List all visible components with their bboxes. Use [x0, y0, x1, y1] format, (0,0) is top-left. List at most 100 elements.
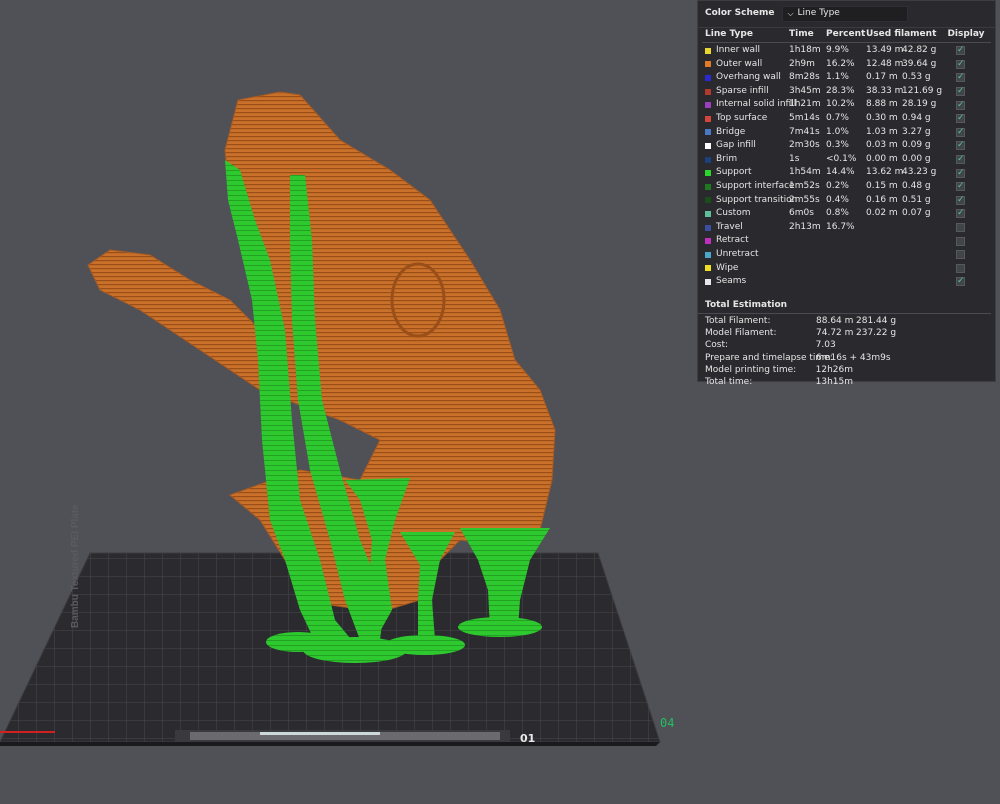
color-swatch-icon: [705, 238, 711, 245]
display-checkbox[interactable]: [956, 223, 965, 233]
line-type-row: Brim 1s <0.1% 0.00 m 0.00 g: [698, 153, 995, 167]
line-type-label: Overhang wall: [716, 72, 781, 83]
line-type-name: Support: [705, 166, 789, 180]
display-checkbox[interactable]: [956, 126, 965, 139]
totals-list: Total Filament: 88.64 m 281.44 g Model Fila…: [698, 316, 995, 389]
display-checkbox[interactable]: [956, 263, 965, 273]
line-type-used: 0.17 m 0.53 g: [866, 71, 946, 85]
line-type-percent: 0.7%: [826, 112, 849, 123]
line-type-list: Inner wall1h18m9.9%13.49 m42.82 gOuter w…: [698, 44, 995, 289]
line-type-row: Support interface 1m52s 0.2% 0.15 m 0.48 g: [698, 180, 995, 194]
line-type-length: 1.03 m: [866, 126, 898, 137]
total-row: Model Filament: 74.72 m 237.22 g: [698, 328, 995, 340]
display-checkbox[interactable]: [956, 180, 965, 194]
line-type-used: 0.00 m 0.00 g: [866, 153, 946, 167]
line-type-length: 38.33 m: [866, 85, 904, 96]
line-type-length: 0.30 m: [866, 112, 898, 123]
line-type-name: Sparse infill: [705, 85, 789, 99]
line-type-name: Bridge: [705, 126, 789, 140]
line-type-time: 2h9m: [789, 58, 815, 69]
color-scheme-title: Color Scheme: [705, 8, 775, 19]
line-type-label: Seams: [716, 276, 747, 287]
display-checkbox[interactable]: [956, 112, 965, 126]
line-type-time: 8m28s: [789, 72, 820, 83]
line-type-label: Top surface: [716, 112, 768, 123]
line-type-row: Wipe: [698, 262, 995, 276]
line-type-label: Gap infill: [716, 140, 756, 151]
color-scheme-value: Line Type: [797, 8, 840, 19]
line-type-time: 6m0s: [789, 208, 814, 219]
line-type-length: 0.17 m: [866, 72, 898, 83]
line-type-percent: 1.0%: [826, 126, 849, 137]
line-type-weight: 39.64 g: [902, 58, 937, 69]
display-checkbox[interactable]: [956, 139, 965, 153]
line-type-name: Overhang wall: [705, 71, 789, 85]
plate-number: 04: [660, 716, 674, 730]
color-swatch-icon: [705, 278, 711, 285]
color-swatch-icon: [705, 210, 711, 217]
line-type-name: Retract: [705, 234, 789, 248]
display-checkbox[interactable]: [956, 236, 965, 246]
line-type-label: Bridge: [716, 126, 746, 137]
display-checkbox[interactable]: [956, 58, 965, 71]
line-type-row: Sparse infill 3h45m 28.3% 38.33 m121.69 g: [698, 85, 995, 99]
total-value-1: 13h15m: [815, 376, 854, 387]
color-swatch-icon: [705, 61, 711, 68]
line-type-name: Gap infill: [705, 139, 789, 153]
display-checkbox[interactable]: [956, 71, 965, 85]
line-type-weight: 0.07 g: [902, 208, 931, 219]
display-checkbox[interactable]: [956, 85, 965, 99]
line-type-time: 2h13m: [789, 221, 821, 232]
line-type-time: 5m14s: [789, 112, 820, 123]
line-type-time: 3h45m: [789, 85, 821, 96]
line-type-row: Unretract: [698, 248, 995, 262]
line-type-used: [866, 234, 946, 248]
line-type-weight: 3.27 g: [902, 126, 931, 137]
plate-bottom-text: 01: [520, 732, 535, 745]
line-type-label: Support interface: [716, 180, 795, 191]
line-type-name: Brim: [705, 153, 789, 167]
line-type-label: Custom: [716, 208, 751, 219]
line-type-used: 0.15 m 0.48 g: [866, 180, 946, 194]
line-type-time: 2m30s: [789, 140, 820, 151]
header-time: Time: [789, 29, 814, 39]
line-type-name: Unretract: [705, 248, 789, 262]
display-checkbox[interactable]: [956, 275, 965, 289]
display-checkbox[interactable]: [956, 250, 965, 260]
line-type-row: Support 1h54m 14.4% 13.62 m43.23 g: [698, 166, 995, 180]
line-type-row: Gap infill 2m30s 0.3% 0.03 m 0.09 g: [698, 139, 995, 153]
total-row: Cost: 7.03: [698, 340, 995, 352]
display-checkbox[interactable]: [956, 167, 965, 180]
line-type-name: Custom: [705, 207, 789, 221]
color-swatch-icon: [705, 251, 711, 258]
line-type-weight: 0.53 g: [902, 72, 931, 83]
line-type-used: 12.48 m39.64 g: [866, 58, 946, 72]
line-type-used: [866, 221, 946, 235]
display-checkbox[interactable]: [956, 207, 965, 221]
line-type-row: Outer wall 2h9m 16.2% 12.48 m39.64 g: [698, 58, 995, 72]
line-type-time: 7m41s: [789, 126, 820, 137]
line-type-used: 0.16 m 0.51 g: [866, 194, 946, 208]
line-type-weight: 0.94 g: [902, 112, 931, 123]
line-type-name: Support transition: [705, 194, 797, 208]
line-type-time: 1s: [789, 153, 800, 164]
line-type-label: Sparse infill: [716, 85, 769, 96]
line-type-row: Support transition 2m55s 0.4% 0.16 m 0.51 g: [698, 194, 995, 208]
display-checkbox[interactable]: [956, 44, 965, 58]
line-type-weight: 0.51 g: [902, 194, 931, 205]
display-checkbox[interactable]: [956, 99, 965, 112]
line-type-percent: 1.1%: [826, 72, 849, 83]
line-type-length: 0.15 m: [866, 180, 898, 191]
color-scheme-dropdown[interactable]: ⌵ Line Type: [782, 6, 909, 22]
line-type-name: Inner wall: [705, 44, 789, 58]
color-swatch-icon: [705, 265, 711, 272]
line-type-time: 1m52s: [789, 180, 820, 191]
line-type-row: Custom 6m0s 0.8% 0.02 m 0.07 g: [698, 207, 995, 221]
line-type-length: 12.48 m: [866, 58, 904, 69]
display-checkbox[interactable]: [956, 153, 965, 167]
color-swatch-icon: [705, 156, 711, 163]
line-type-row: Retract: [698, 234, 995, 248]
total-row: Total Filament: 88.64 m 281.44 g: [698, 316, 995, 328]
display-checkbox[interactable]: [956, 194, 965, 207]
line-type-length: 8.88 m: [866, 99, 898, 110]
